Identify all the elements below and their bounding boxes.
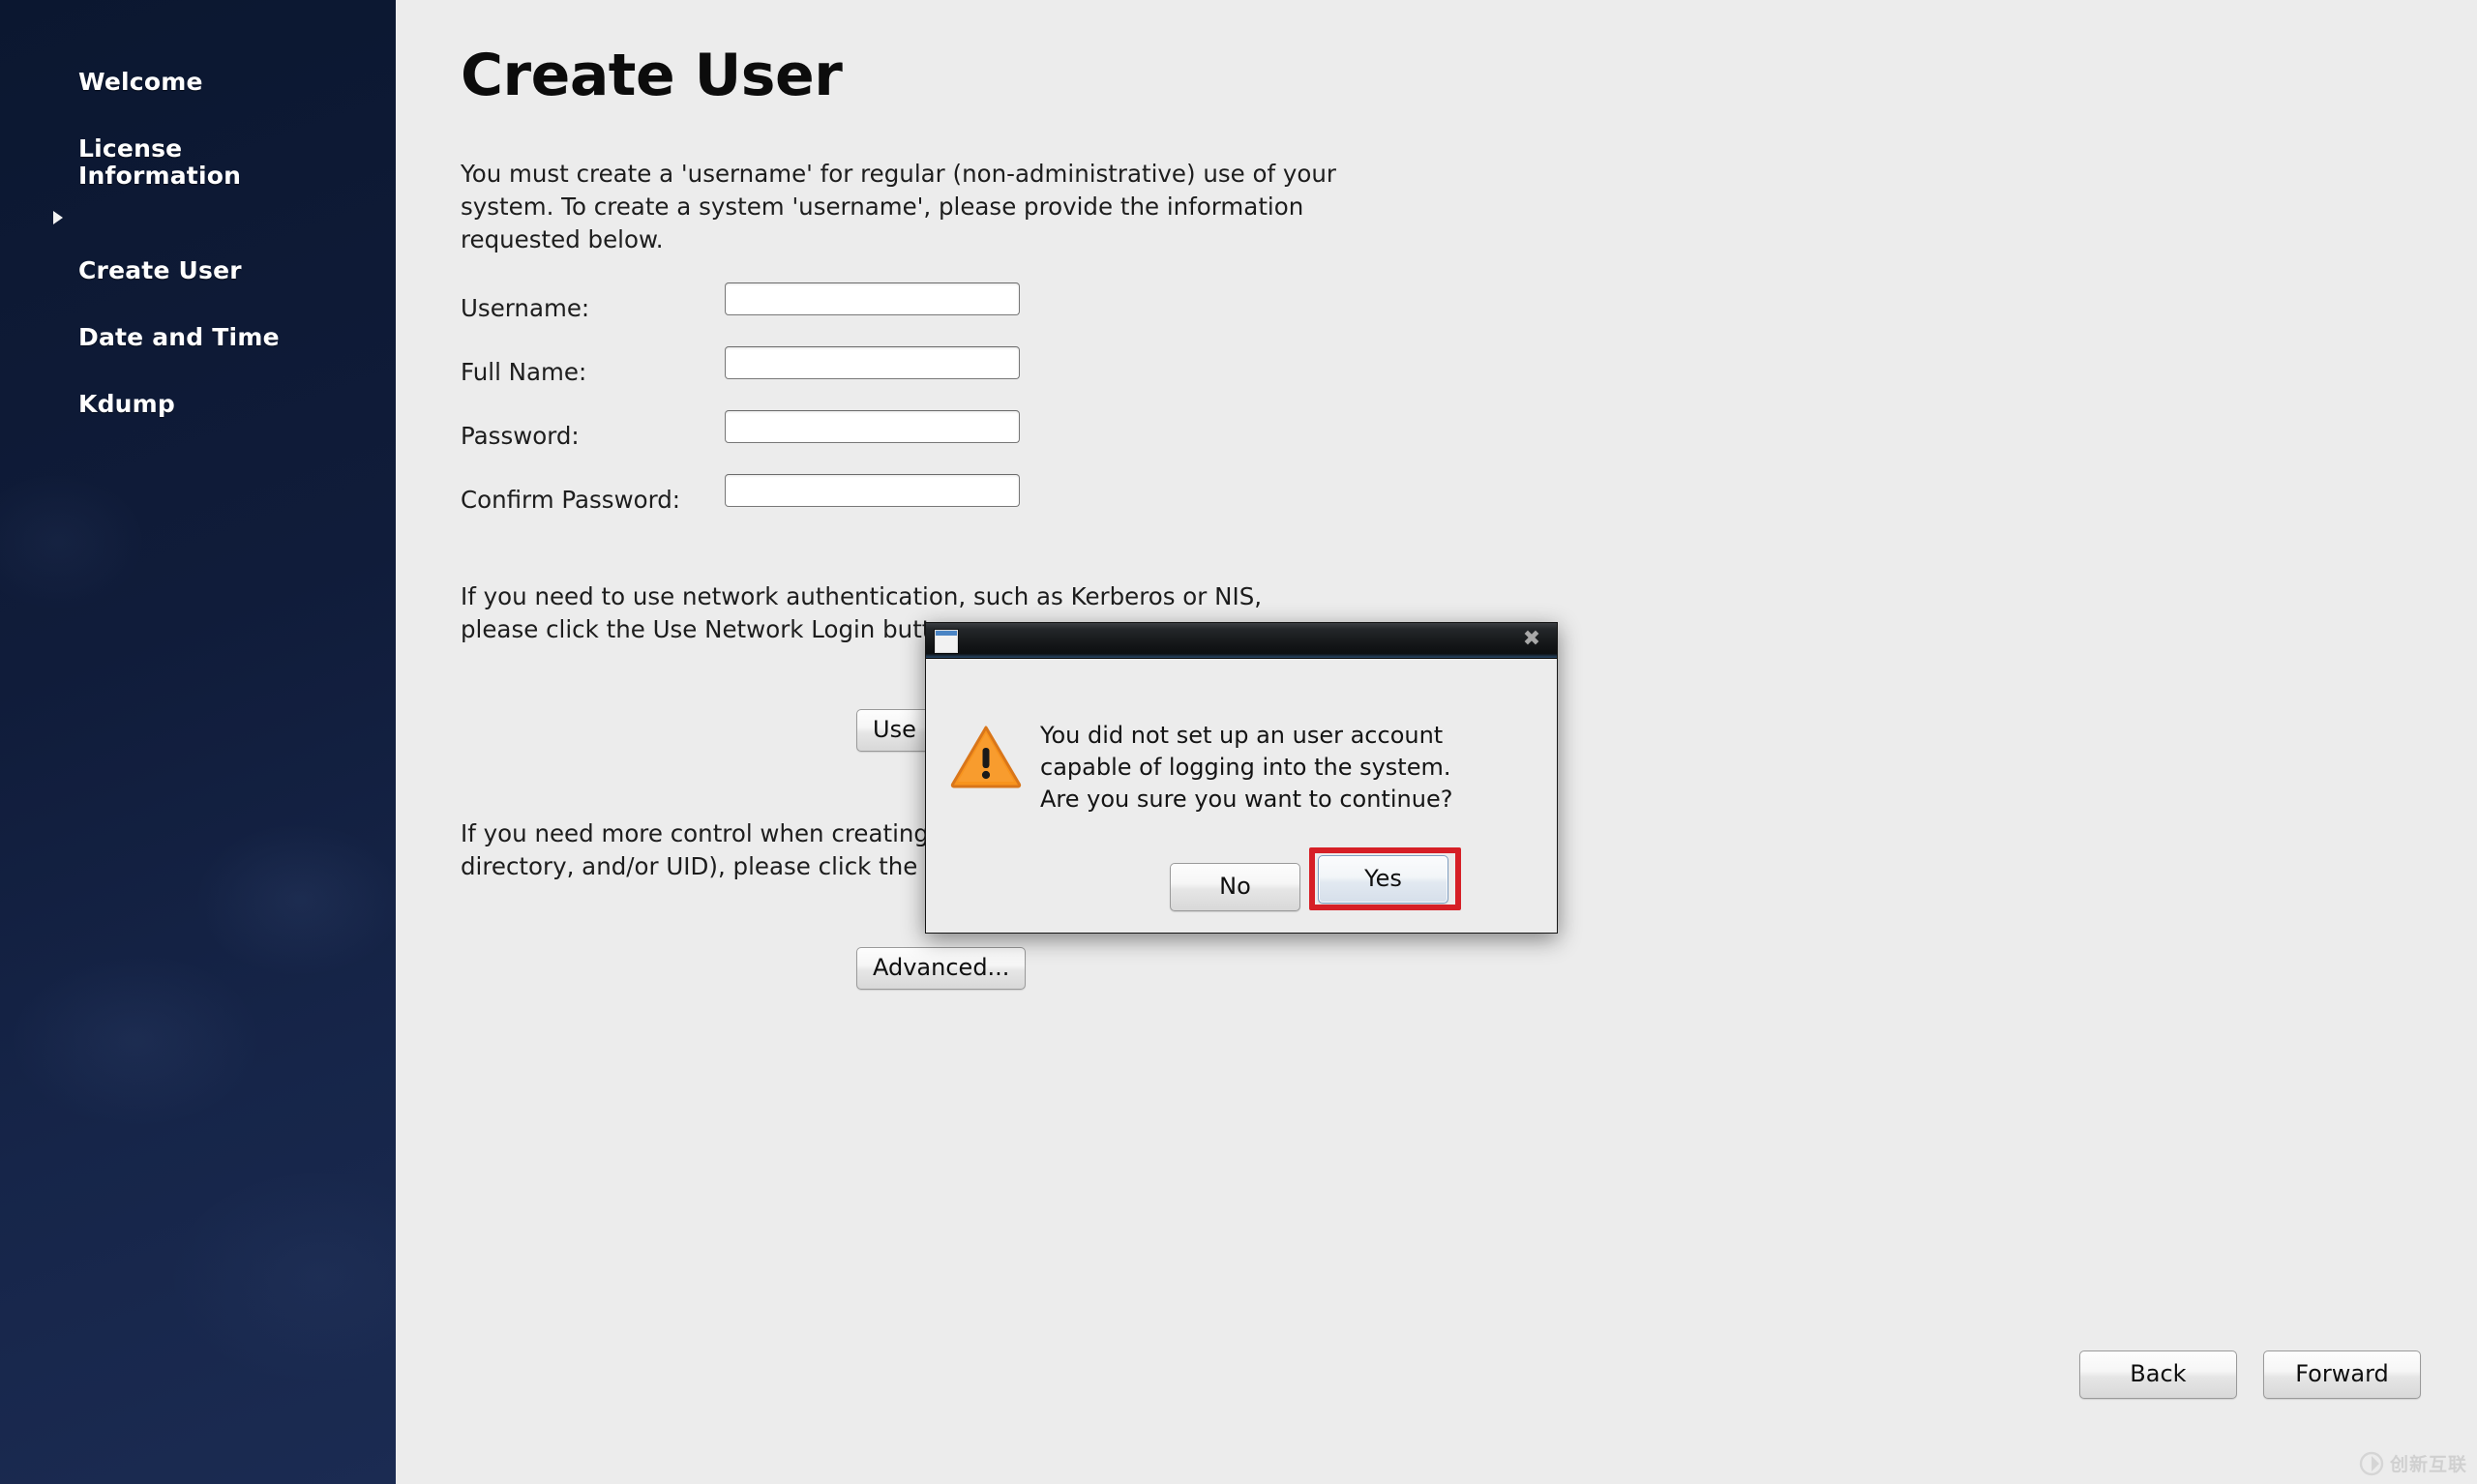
back-button[interactable]: Back bbox=[2079, 1350, 2237, 1399]
password-label: Password: bbox=[461, 422, 580, 450]
sidebar-item-label: Welcome bbox=[78, 68, 203, 96]
sidebar-item-welcome[interactable]: Welcome bbox=[0, 41, 396, 96]
confirmation-dialog: ✖ You did not set up an user account cap… bbox=[925, 622, 1558, 934]
sidebar-item-license-information[interactable]: License Information bbox=[0, 107, 396, 191]
confirm-password-input[interactable] bbox=[725, 474, 1020, 507]
yes-button[interactable]: Yes bbox=[1318, 855, 1448, 904]
sidebar-item-label: License Information bbox=[78, 134, 241, 191]
yes-button-wrapper: Yes bbox=[1318, 855, 1448, 904]
chevron-right-icon bbox=[53, 211, 63, 224]
forward-button[interactable]: Forward bbox=[2263, 1350, 2421, 1399]
sidebar-item-date-and-time[interactable]: Date and Time bbox=[0, 296, 396, 351]
no-button[interactable]: No bbox=[1170, 863, 1300, 911]
dialog-button-row: No Yes bbox=[926, 855, 1557, 913]
dialog-body: You did not set up an user account capab… bbox=[926, 659, 1557, 932]
sidebar-item-label: Date and Time bbox=[78, 323, 280, 351]
username-label: Username: bbox=[461, 294, 589, 322]
dialog-titlebar[interactable]: ✖ bbox=[926, 623, 1557, 659]
confirm-password-label: Confirm Password: bbox=[461, 486, 680, 514]
username-input[interactable] bbox=[725, 282, 1020, 315]
sidebar: Welcome License Information Create User … bbox=[0, 0, 396, 1484]
window-icon bbox=[935, 630, 958, 653]
fullname-label: Full Name: bbox=[461, 358, 586, 386]
sidebar-item-create-user[interactable]: Create User bbox=[0, 202, 396, 285]
wizard-navigation: Back Forward bbox=[2058, 1350, 2421, 1399]
sidebar-item-kdump[interactable]: Kdump bbox=[0, 363, 396, 418]
fullname-input[interactable] bbox=[725, 346, 1020, 379]
sidebar-nav: Welcome License Information Create User … bbox=[0, 41, 396, 430]
dialog-message: You did not set up an user account capab… bbox=[1040, 720, 1524, 816]
close-icon[interactable]: ✖ bbox=[1520, 628, 1543, 651]
intro-paragraph: You must create a 'username' for regular… bbox=[461, 158, 1336, 256]
watermark-logo-icon bbox=[2359, 1451, 2384, 1476]
warning-triangle-icon bbox=[950, 725, 1022, 788]
watermark-text: 创新互联 bbox=[2390, 1450, 2467, 1476]
sidebar-item-label: Kdump bbox=[78, 390, 175, 418]
password-input[interactable] bbox=[725, 410, 1020, 443]
watermark: 创新互联 bbox=[2359, 1450, 2467, 1476]
advanced-button[interactable]: Advanced... bbox=[856, 947, 1026, 990]
sidebar-item-label: Create User bbox=[78, 256, 242, 284]
page-title: Create User bbox=[461, 42, 842, 109]
